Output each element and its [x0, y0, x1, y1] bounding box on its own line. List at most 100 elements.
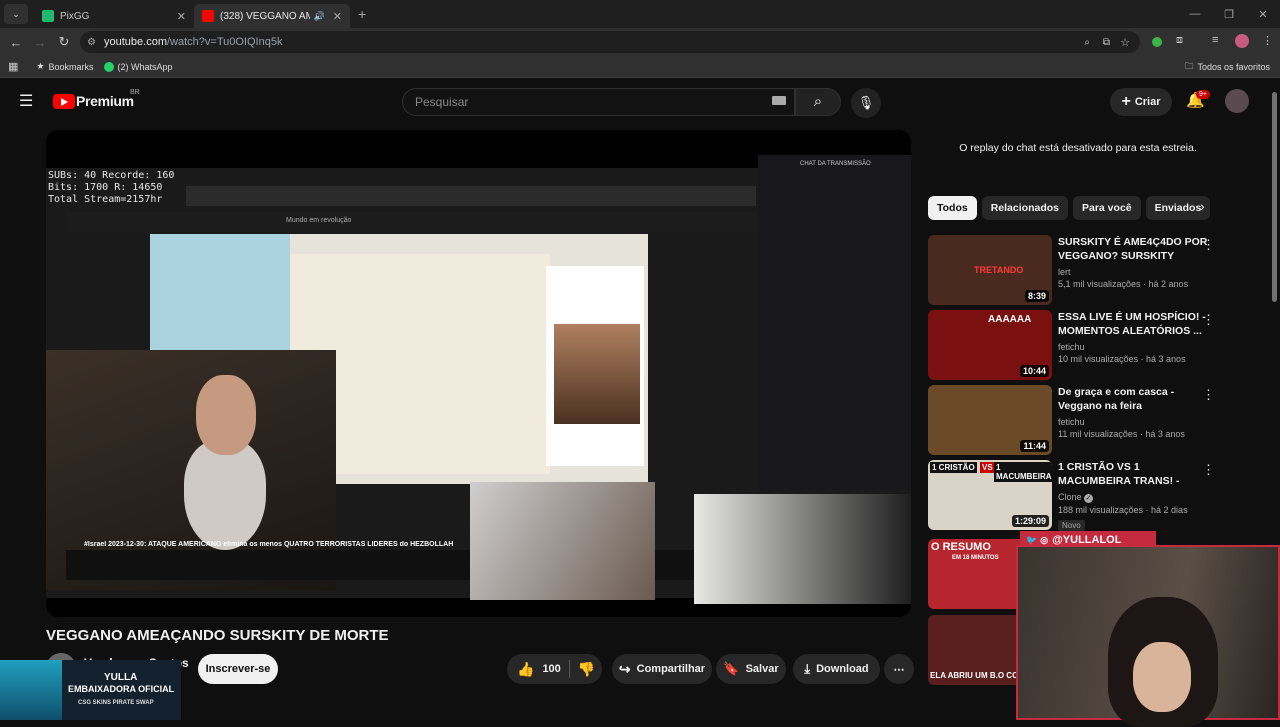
chip-relacionados[interactable]: Relacionados [981, 196, 1068, 220]
maximize-icon[interactable]: ❐ [1212, 8, 1246, 21]
reload-icon[interactable]: ↻ [52, 34, 76, 50]
video-duration: 1:29:09 [1011, 515, 1049, 527]
related-video[interactable]: AAAAAA 10:44 ESSA LIVE É UM HOSPÍCIO! - … [928, 310, 1223, 380]
subscribe-label: Inscrever-se [205, 663, 271, 675]
new-tab-icon[interactable]: + [358, 6, 366, 22]
minimize-icon[interactable]: — [1178, 8, 1212, 20]
more-vertical-icon[interactable]: ⋮ [1202, 312, 1215, 328]
address-bar[interactable]: ⚙ youtube.com/watch?v=Tu0OIQInq5k ⌕ ⧉ ☆ [80, 31, 1140, 53]
tab-search-list-icon[interactable]: ≡ [1212, 34, 1218, 46]
inner-chat-panel: CHAT DA TRANSMISSÃO [758, 155, 911, 490]
close-tab-icon[interactable]: ✕ [177, 10, 186, 23]
keyboard-icon[interactable] [772, 96, 786, 105]
guest-webcam-2 [694, 494, 911, 604]
more-vertical-icon[interactable]: ⋮ [1202, 387, 1215, 403]
extensions-puzzle-icon[interactable]: ⧈ [1176, 34, 1183, 47]
download-button[interactable]: ⤓ Download [793, 654, 880, 684]
video-channel[interactable]: lert [1058, 267, 1208, 277]
region-code: BR [130, 89, 140, 96]
facecam-face [1133, 642, 1191, 712]
video-channel[interactable]: fetichu [1058, 417, 1208, 427]
thumb-text: 1 CRISTÃO [930, 462, 977, 473]
video-meta: 5,1 mil visualizações · há 2 anos [1058, 279, 1189, 289]
video-thumbnail[interactable]: TRETANDO 8:39 [928, 235, 1052, 305]
all-bookmarks-label: Todos os favoritos [1197, 61, 1270, 72]
youtube-logo-icon[interactable] [53, 94, 75, 109]
video-thumbnail[interactable]: 1 CRISTÃO VS 1 MACUMBEIRA 1:29:09 [928, 460, 1052, 530]
apps-grid-icon[interactable]: ▦ [8, 60, 18, 73]
chevron-right-icon[interactable]: › [1200, 198, 1205, 214]
video-player[interactable]: SUBs: 40 Recorde: 160 Bits: 1700 R: 1465… [46, 130, 911, 617]
audio-playing-icon[interactable]: 🔊 [314, 11, 325, 22]
video-duration: 11:44 [1020, 440, 1049, 452]
bookmark-star-icon[interactable]: ☆ [1120, 36, 1130, 49]
video-meta: 11 mil visualizações · há 3 anos [1058, 429, 1185, 439]
forward-icon[interactable]: → [28, 35, 52, 50]
tab-youtube[interactable]: (328) VEGGANO AMEAÇAN 🔊 ✕ [194, 4, 350, 28]
more-actions-button[interactable]: ⋯ [884, 654, 914, 684]
news-photo [554, 324, 640, 424]
site-info-icon[interactable]: ⚙ [87, 37, 96, 48]
tab-search-icon[interactable]: ⌄ [4, 4, 28, 24]
create-button[interactable]: + Criar [1110, 88, 1172, 116]
dislike-icon[interactable]: 👎 [578, 661, 595, 678]
thumb-text: VS [980, 462, 995, 473]
zoom-icon[interactable]: ⌕ [1084, 37, 1090, 48]
more-vertical-icon[interactable]: ⋮ [1202, 462, 1215, 478]
save-button[interactable]: 🔖 Salvar [716, 654, 786, 684]
account-avatar[interactable] [1225, 89, 1249, 113]
filter-chips: Todos Relacionados Para você Enviados › [928, 196, 1228, 240]
chip-todos[interactable]: Todos [928, 196, 977, 220]
bookmark-bookmarks[interactable]: ★ Bookmarks [36, 61, 93, 72]
subscribe-button[interactable]: Inscrever-se [198, 654, 278, 684]
related-video[interactable]: 11:44 De graça e com casca - Veggano na … [928, 385, 1223, 455]
video-channel[interactable]: Clone ✓ [1058, 492, 1208, 503]
page-scrollbar[interactable] [1272, 92, 1277, 302]
video-title[interactable]: 1 CRISTÃO VS 1 MACUMBEIRA TRANS! - CLONE [1058, 460, 1208, 488]
close-tab-icon[interactable]: ✕ [333, 10, 342, 23]
related-video[interactable]: TRETANDO 8:39 SURSKITY É AME4Ç4DO POR VE… [928, 235, 1223, 305]
sponsor-avatar [0, 660, 62, 720]
more-vertical-icon[interactable]: ⋮ [1202, 237, 1215, 253]
video-info: ESSA LIVE É UM HOSPÍCIO! - MOMENTOS ALEA… [1058, 310, 1208, 364]
search-icon: ⌕ [813, 93, 823, 110]
related-video[interactable]: 1 CRISTÃO VS 1 MACUMBEIRA 1:29:09 1 CRIS… [928, 460, 1223, 531]
youtube-premium-logo[interactable]: Premium [76, 93, 134, 109]
profile-avatar-icon[interactable] [1235, 34, 1249, 48]
extension-green-icon[interactable] [1152, 37, 1162, 47]
video-duration: 10:44 [1019, 365, 1049, 377]
video-thumbnail[interactable]: 11:44 [928, 385, 1052, 455]
inner-browser-bar [186, 186, 756, 206]
video-channel[interactable]: fetichu [1058, 342, 1208, 352]
youtube-masthead: ☰ Premium BR Pesquisar ⌕ 🎙 + Criar 🔔 9+ [0, 78, 1280, 124]
video-info: SURSKITY É AME4Ç4DO POR VEGGANO? SURSKIT… [1058, 235, 1208, 289]
video-meta: 10 mil visualizações · há 3 anos [1058, 354, 1186, 364]
browser-menu-icon[interactable]: ⋮ [1262, 34, 1273, 47]
voice-search-button[interactable]: 🎙 [851, 88, 881, 118]
search-button[interactable]: ⌕ [795, 88, 841, 116]
video-duration: 8:39 [1024, 290, 1049, 302]
inner-chat-title: CHAT DA TRANSMISSÃO [800, 161, 871, 167]
video-title[interactable]: ESSA LIVE É UM HOSPÍCIO! - MOMENTOS ALEA… [1058, 310, 1208, 338]
share-button[interactable]: ↪ Compartilhar [612, 654, 712, 684]
video-thumbnail[interactable]: AAAAAA 10:44 [928, 310, 1052, 380]
install-icon[interactable]: ⧉ [1103, 37, 1110, 48]
bookmark-whatsapp[interactable]: (2) WhatsApp [103, 61, 173, 72]
create-label: Criar [1134, 96, 1161, 108]
right-sidebar: O replay do chat está desativado para es… [928, 130, 1228, 240]
close-window-icon[interactable]: ✕ [1246, 8, 1280, 21]
video-title[interactable]: De graça e com casca - Veggano na feira [1058, 385, 1208, 413]
like-count[interactable]: 100 [542, 663, 560, 675]
video-title[interactable]: SURSKITY É AME4Ç4DO POR VEGGANO? SURSKIT… [1058, 235, 1208, 263]
channel-label: Clone [1058, 492, 1082, 502]
chip-para-voce[interactable]: Para você [1073, 196, 1141, 220]
all-bookmarks[interactable]: 🗀 Todos os favoritos [1184, 59, 1270, 75]
hamburger-menu-icon[interactable]: ☰ [19, 91, 33, 111]
video-meta: 188 mil visualizações · há 2 dias [1058, 505, 1188, 515]
search-input[interactable]: Pesquisar [402, 88, 795, 116]
instagram-icon: ◎ [1040, 534, 1049, 545]
like-icon[interactable]: 👍 [517, 661, 534, 678]
thumb-text: ELA ABRIU UM B.O CON [930, 671, 1025, 680]
back-icon[interactable]: ← [4, 35, 28, 50]
tab-pixgg[interactable]: PixGG ✕ [34, 4, 194, 28]
